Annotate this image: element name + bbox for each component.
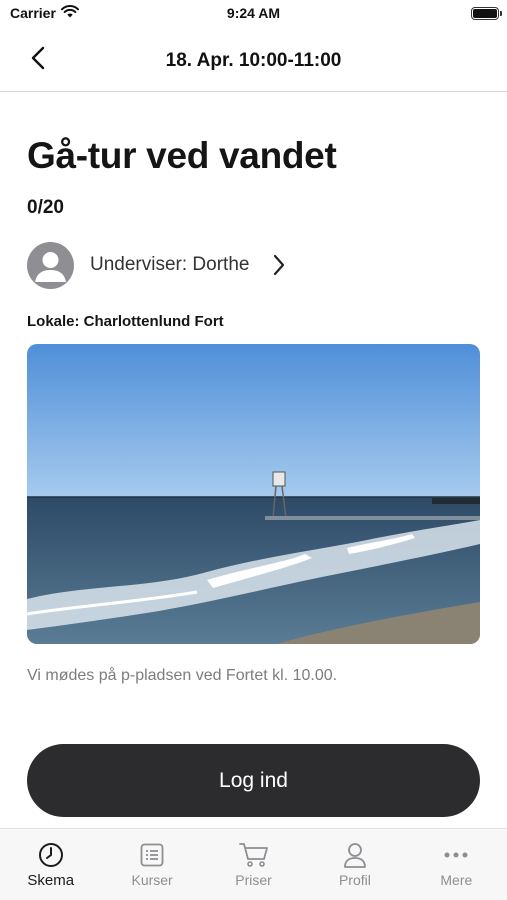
tab-mere[interactable]: Mere <box>406 829 507 900</box>
capacity-count: 0/20 <box>27 197 64 218</box>
tab-skema[interactable]: Skema <box>0 829 101 900</box>
tab-label: Profil <box>338 872 371 888</box>
login-button[interactable]: Log ind <box>27 744 480 817</box>
battery-icon <box>471 7 502 20</box>
avatar <box>27 241 74 289</box>
tab-label: Skema <box>27 872 75 889</box>
instructor-row[interactable]: Underviser: Dorthe <box>27 241 317 289</box>
status-bar: Carrier 9:24 AM <box>0 0 507 28</box>
instructor-label: Underviser: Dorthe <box>90 254 250 275</box>
tab-label: Mere <box>440 872 473 888</box>
list-icon <box>140 841 164 869</box>
person-icon <box>343 841 367 869</box>
more-dots-icon <box>443 841 469 869</box>
location-label: Lokale: Charlottenlund Fort <box>27 313 224 330</box>
tab-label: Priser <box>235 872 272 888</box>
chevron-right-icon <box>273 254 285 276</box>
class-title: Gå-tur ved vandet <box>27 135 337 176</box>
tab-bar: Skema Kurser Priser Profil Mere <box>0 828 507 900</box>
class-description: Vi mødes på p-pladsen ved Fortet kl. 10.… <box>27 667 338 684</box>
nav-title: 18. Apr. 10:00-11:00 <box>165 50 342 71</box>
location-photo <box>27 344 480 644</box>
tab-label: Kurser <box>131 872 173 888</box>
cart-icon <box>238 841 269 869</box>
tab-kurser[interactable]: Kurser <box>101 829 202 900</box>
tab-profil[interactable]: Profil <box>304 829 405 900</box>
navigation-bar: 18. Apr. 10:00-11:00 <box>0 28 507 92</box>
tab-priser[interactable]: Priser <box>203 829 304 900</box>
clock-icon <box>38 841 64 869</box>
status-time: 9:24 AM <box>226 5 281 21</box>
